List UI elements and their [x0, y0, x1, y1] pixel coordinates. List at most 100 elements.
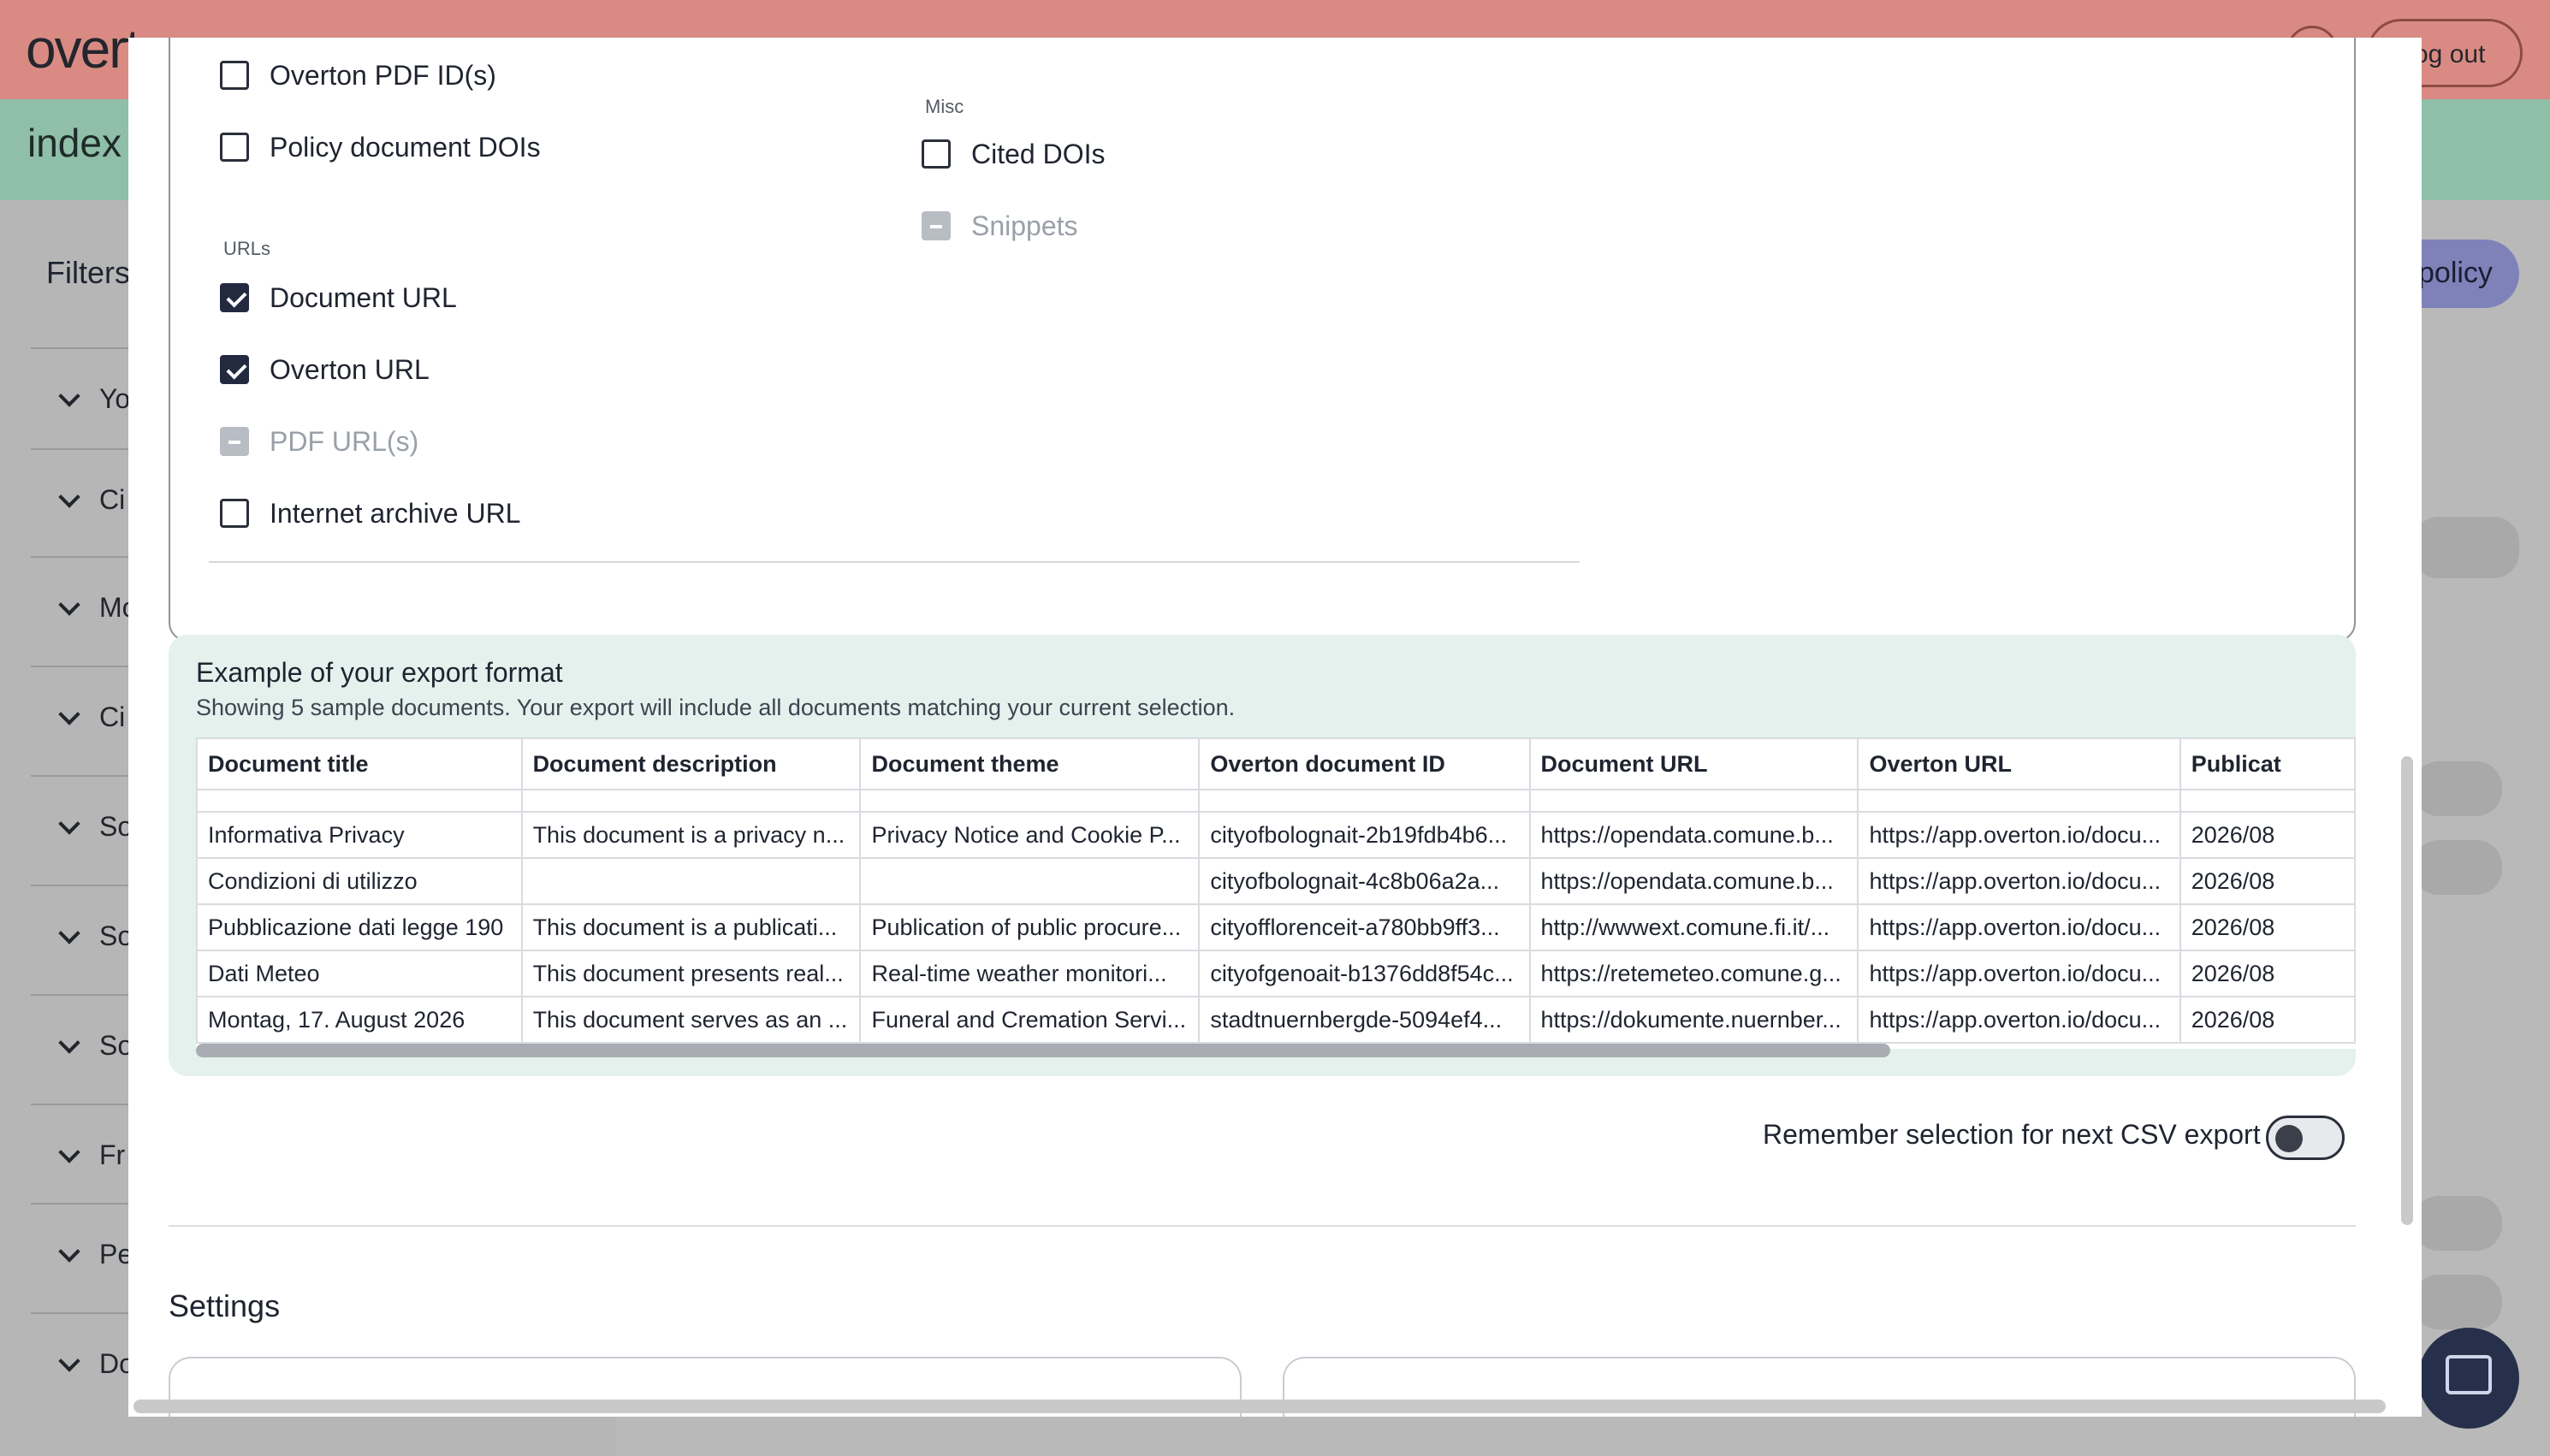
settings-heading: Settings — [169, 1288, 281, 1323]
table-cell: http://wwwext.comune.fi.it/... — [1528, 903, 1859, 951]
table-cell — [1857, 789, 2181, 813]
filter-row-label: Ci — [99, 484, 126, 515]
pdf-button — [2413, 1275, 2502, 1329]
column-checkbox-item[interactable]: Policy document DOIs — [220, 130, 541, 164]
toggle-knob — [2275, 1125, 2303, 1152]
table-header-cell: Overton URL — [1857, 737, 2181, 790]
pdf-button — [2413, 840, 2502, 895]
table-cell — [2179, 789, 2356, 813]
table-cell: This document serves as an ... — [520, 996, 862, 1044]
chevron-down-icon — [58, 1350, 80, 1372]
checkbox-checked[interactable] — [220, 355, 249, 384]
chevron-down-icon — [58, 813, 80, 835]
column-checkbox-item[interactable]: Cited DOIs — [922, 137, 1105, 171]
table-cell: Funeral and Cremation Servi... — [859, 996, 1201, 1044]
divider — [209, 561, 1580, 563]
table-header-cell: Document description — [520, 737, 862, 790]
table-cell: https://app.overton.io/docu... — [1857, 903, 2181, 951]
table-cell: https://retemeteo.comune.g... — [1528, 950, 1859, 997]
filter-row-label: Yo — [99, 383, 131, 414]
column-group-label: Misc — [925, 96, 964, 117]
column-checkbox-label: Policy document DOIs — [270, 131, 541, 163]
table-cell: This document is a privacy n... — [520, 811, 862, 859]
table-cell: This document is a publicati... — [520, 903, 862, 951]
chevron-down-icon — [58, 703, 80, 725]
table-cell — [1528, 789, 1859, 813]
chevron-down-icon — [58, 486, 80, 508]
checkbox-indeterminate[interactable] — [922, 211, 951, 240]
modal-vertical-scrollbar[interactable] — [2401, 756, 2413, 1225]
column-checkbox-label: PDF URL(s) — [270, 425, 419, 457]
table-cell: cityofbolognait-4c8b06a2a... — [1198, 857, 1531, 905]
example-title: Example of your export format — [196, 657, 563, 688]
column-checkbox-label: Snippets — [971, 210, 1078, 241]
table-cell — [1198, 789, 1531, 813]
export-modal: Overton PDF ID(s) Policy document DOIs URL… — [128, 38, 2422, 1417]
table-cell: https://dokumente.nuernber... — [1528, 996, 1859, 1044]
table-cell: cityofbolognait-2b19fdb4b6... — [1198, 811, 1531, 859]
remember-selection-toggle[interactable] — [2266, 1116, 2345, 1160]
table-cell — [196, 789, 523, 813]
table-cell: Publication of public procure... — [859, 903, 1201, 951]
checkbox[interactable] — [220, 61, 249, 90]
column-checkbox-label: Overton URL — [270, 353, 430, 385]
checkbox[interactable] — [220, 133, 249, 162]
column-checkbox-label: Document URL — [270, 281, 457, 313]
table-cell: Condizioni di utilizzo — [196, 857, 523, 905]
sort-dropdown — [2413, 517, 2519, 578]
table-cell: https://opendata.comune.b... — [1528, 811, 1859, 859]
page-title: index — [27, 121, 122, 165]
table-cell — [859, 857, 1201, 905]
column-checkbox-item[interactable]: Internet archive URL — [220, 496, 520, 530]
table-cell: Real-time weather monitori... — [859, 950, 1201, 997]
example-table-viewport[interactable]: Document title Document description Docume… — [196, 737, 2356, 1049]
chat-icon — [2446, 1355, 2492, 1394]
table-cell: Dati Meteo — [196, 950, 523, 997]
table-cell: https://app.overton.io/docu... — [1857, 857, 2181, 905]
filter-row-label: Ci — [99, 701, 126, 732]
table-cell: https://app.overton.io/docu... — [1857, 950, 2181, 997]
column-checkbox-item[interactable]: Snippets — [922, 209, 1078, 243]
checkbox[interactable] — [220, 499, 249, 528]
column-checkbox-label: Overton PDF ID(s) — [270, 59, 496, 91]
table-row: Condizioni di utilizzo cityofbolognait-4c… — [196, 857, 2356, 905]
column-checkbox-item[interactable]: Overton URL — [220, 352, 430, 387]
divider — [169, 1225, 2356, 1227]
table-row: Informativa Privacy This document is a pr… — [196, 811, 2356, 859]
checkbox-indeterminate[interactable] — [220, 427, 249, 456]
column-checkbox-item[interactable]: Document URL — [220, 281, 457, 315]
table-cell: cityofflorenceit-a780bb9ff3... — [1198, 903, 1531, 951]
table-cell: 2026/08 — [2179, 857, 2356, 905]
checkbox[interactable] — [922, 139, 951, 169]
table-row: Montag, 17. August 2026 This document ser… — [196, 996, 2356, 1044]
table-cell: cityofgenoait-b1376dd8f54c... — [1198, 950, 1531, 997]
table-header-cell: Document theme — [859, 737, 1201, 790]
table-cell: 2026/08 — [2179, 811, 2356, 859]
table-cell: stadtnuernbergde-5094ef4... — [1198, 996, 1531, 1044]
table-horizontal-scrollbar[interactable] — [196, 1044, 1890, 1057]
modal-horizontal-scrollbar[interactable] — [133, 1400, 2386, 1413]
chevron-down-icon — [58, 594, 80, 616]
column-checkbox-item[interactable]: PDF URL(s) — [220, 424, 418, 459]
tag-button — [2413, 1196, 2502, 1251]
example-table: Document title Document description Docume… — [196, 737, 2356, 1044]
chevron-down-icon — [58, 385, 80, 407]
column-checkbox-label: Internet archive URL — [270, 497, 521, 529]
filter-row-label: Fr — [99, 1139, 126, 1170]
chevron-down-icon — [58, 1141, 80, 1163]
table-cell: 2026/08 — [2179, 950, 2356, 997]
table-cell: https://app.overton.io/docu... — [1857, 996, 2181, 1044]
chevron-down-icon — [58, 1240, 80, 1263]
table-cell: https://opendata.comune.b... — [1528, 857, 1859, 905]
column-checkbox-item[interactable]: Overton PDF ID(s) — [220, 58, 496, 92]
table-header-cell: Publicat — [2179, 737, 2356, 790]
table-cell: Pubblicazione dati legge 190 — [196, 903, 523, 951]
column-group-label: URLs — [223, 238, 271, 259]
checkbox-checked[interactable] — [220, 283, 249, 312]
export-example-panel: Example of your export format Showing 5 … — [169, 635, 2356, 1076]
table-spacer-row — [196, 789, 2356, 813]
table-row: Dati Meteo This document presents real...… — [196, 950, 2356, 997]
column-checkbox-label: Cited DOIs — [971, 138, 1106, 169]
table-header-cell: Document URL — [1528, 737, 1859, 790]
example-subtitle: Showing 5 sample documents. Your export … — [196, 695, 1236, 720]
